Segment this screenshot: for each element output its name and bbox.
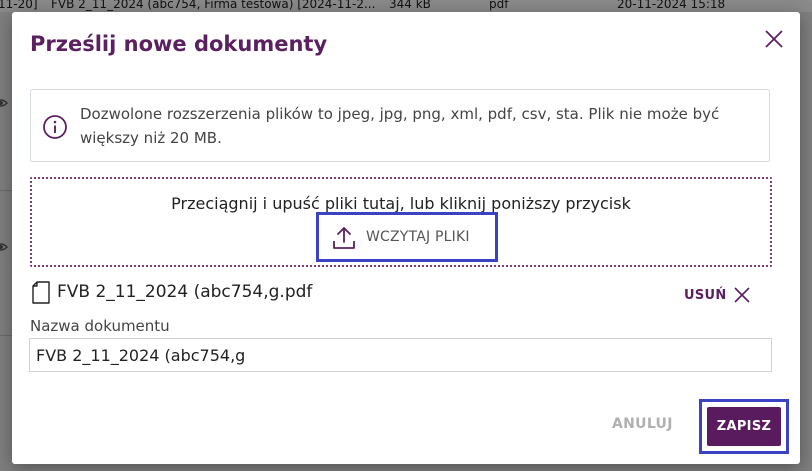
upload-documents-dialog: Prześlij nowe dokumenty Dozwolone rozsze…	[12, 12, 800, 464]
background-eye-icon	[0, 99, 8, 107]
save-button-highlight: ZAPISZ	[699, 399, 789, 454]
remove-file-button[interactable]: USUŃ	[684, 284, 751, 306]
close-icon	[733, 287, 750, 303]
info-box: Dozwolone rozszerzenia plików to jpeg, j…	[30, 89, 770, 162]
info-text: Dozwolone rozszerzenia plików to jpeg, j…	[80, 105, 720, 147]
background-size: 344 kB	[389, 0, 431, 11]
upload-icon	[333, 227, 355, 249]
background-table-row: 11-20] FVB 2_11_2024 (abc754, Firma test…	[0, 0, 812, 12]
info-icon	[43, 115, 67, 139]
file-dropzone[interactable]: Przeciągnij i upuść pliki tutaj, lub kli…	[30, 177, 772, 267]
cancel-button[interactable]: ANULUJ	[612, 416, 673, 432]
remove-file-label: USUŃ	[684, 287, 727, 303]
file-icon	[32, 281, 50, 304]
save-button[interactable]: ZAPISZ	[707, 407, 781, 446]
background-date-range: 11-20]	[0, 0, 38, 11]
document-name-label: Nazwa dokumentu	[30, 317, 170, 335]
file-name: FVB 2_11_2024 (abc754,g.pdf	[57, 282, 313, 302]
background-eye-icon	[0, 243, 8, 251]
background-date: 20-11-2024 15:18	[617, 0, 726, 11]
dialog-title: Prześlij nowe dokumenty	[30, 32, 328, 56]
background-document-title: FVB 2_11_2024 (abc754, Firma testowa) [2…	[51, 0, 376, 11]
background-divider	[0, 335, 12, 336]
background-type: pdf	[489, 0, 509, 11]
upload-files-label: WCZYTAJ PLIKI	[366, 229, 470, 245]
uploaded-file-row: FVB 2_11_2024 (abc754,g.pdf USUŃ	[32, 280, 772, 306]
dropzone-hint: Przeciągnij i upuść pliki tutaj, lub kli…	[171, 194, 631, 213]
background-divider	[0, 190, 12, 191]
upload-files-button[interactable]: WCZYTAJ PLIKI	[316, 212, 498, 262]
document-name-input[interactable]	[29, 338, 772, 372]
close-icon[interactable]	[762, 27, 786, 51]
